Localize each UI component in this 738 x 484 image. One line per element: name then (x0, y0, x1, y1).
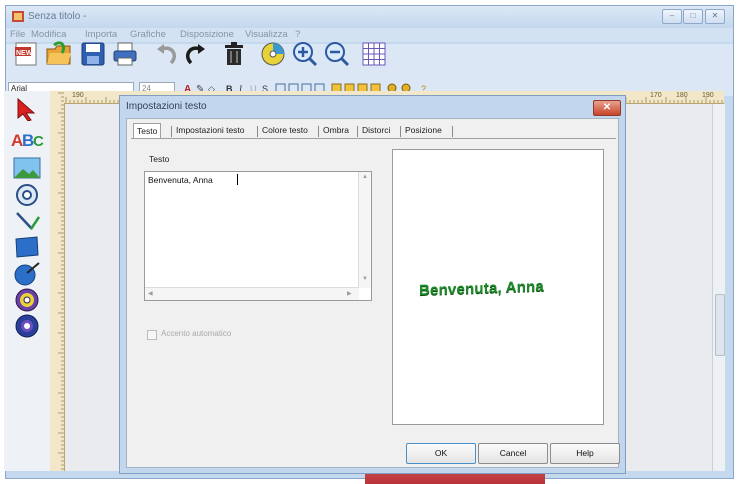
tab-colore-testo[interactable]: Colore testo (259, 123, 311, 138)
tab-separator (318, 126, 319, 137)
cancel-button[interactable]: Cancel (478, 443, 548, 464)
menu-importa[interactable]: Importa (85, 29, 117, 40)
scroll-down-icon[interactable]: ▼ (362, 276, 368, 282)
close-window-button[interactable]: ✕ (705, 9, 725, 24)
menu-disposizione[interactable]: Disposizione (180, 29, 234, 40)
zoom-in-icon[interactable] (292, 41, 318, 67)
dialog-title: Impostazioni testo (126, 101, 207, 112)
pointer-icon[interactable] (14, 97, 40, 121)
svg-text:C: C (33, 133, 44, 150)
tab-separator (171, 126, 172, 137)
text-label: Testo (149, 154, 170, 164)
text-tool-icon[interactable]: ABC (10, 129, 44, 151)
text-settings-dialog: Impostazioni testo ✕ Testo Impostazioni … (119, 95, 626, 474)
window-title: Senza titolo - (28, 11, 87, 22)
tab-divider (131, 138, 616, 139)
zoom-out-icon[interactable] (324, 41, 350, 67)
dialog-body: Testo Impostazioni testo Colore testo Om… (126, 118, 620, 468)
new-icon[interactable]: NEW (14, 41, 40, 67)
auto-accent-checkbox[interactable] (147, 330, 157, 340)
print-icon[interactable] (112, 41, 138, 67)
auto-accent-label: Accento automatico (161, 329, 232, 338)
redo-icon[interactable] (183, 41, 209, 67)
dialog-close-button[interactable]: ✕ (593, 100, 621, 116)
rectangle-tool-icon[interactable] (13, 235, 41, 259)
maximize-button[interactable]: □ (683, 9, 703, 24)
tab-separator (400, 126, 401, 137)
disc-tool-icon[interactable] (15, 183, 39, 207)
help-button[interactable]: Help (550, 443, 620, 464)
text-vertical-scrollbar[interactable]: ▲ ▼ (358, 172, 371, 288)
text-input-value: Benvenuta, Anna (148, 175, 213, 185)
open-icon[interactable] (46, 41, 72, 67)
menu-bar: File Modifica Importa Grafiche Disposizi… (6, 28, 733, 42)
disc-label-icon[interactable] (14, 287, 40, 313)
menu-grafiche[interactable]: Grafiche (130, 29, 166, 40)
dvd-icon[interactable] (14, 313, 40, 339)
vertical-scrollbar[interactable] (712, 104, 725, 471)
text-caret (237, 174, 238, 185)
menu-modifica[interactable]: Modifica (31, 29, 66, 40)
tab-distorci[interactable]: Distorci (359, 123, 393, 138)
menu-help[interactable]: ? (295, 29, 300, 40)
tab-separator (257, 126, 258, 137)
scroll-thumb[interactable] (715, 294, 725, 356)
image-tool-icon[interactable] (13, 157, 41, 179)
menu-visualizza[interactable]: Visualizza (245, 29, 288, 40)
scroll-left-icon[interactable]: ◀ (148, 290, 153, 297)
undo-icon[interactable] (153, 41, 179, 67)
tool-palette: ABC (4, 91, 50, 471)
trash-icon[interactable] (221, 41, 247, 67)
tab-posizione[interactable]: Posizione (402, 123, 445, 138)
tab-ombra[interactable]: Ombra (320, 123, 352, 138)
tab-separator (357, 126, 358, 137)
cd-icon[interactable] (260, 41, 286, 67)
pen-circle-icon[interactable] (13, 261, 41, 287)
app-icon (12, 11, 24, 22)
text-preview: Benvenuta, Anna (392, 149, 604, 425)
tab-separator (452, 126, 453, 137)
menu-file[interactable]: File (10, 29, 25, 40)
line-tool-icon[interactable] (14, 209, 40, 235)
minimize-button[interactable]: – (662, 9, 682, 24)
save-icon[interactable] (80, 41, 106, 67)
grid-icon[interactable] (361, 41, 387, 67)
vertical-ruler (50, 91, 65, 471)
svg-text:NEW: NEW (16, 50, 33, 57)
preview-text: Benvenuta, Anna (419, 277, 544, 300)
scroll-right-icon[interactable]: ▶ (347, 290, 352, 297)
scroll-up-icon[interactable]: ▲ (362, 174, 368, 180)
tab-impostazioni-testo[interactable]: Impostazioni testo (173, 123, 248, 138)
text-input[interactable]: Benvenuta, Anna ▲ ▼ ◀ ▶ (144, 171, 372, 301)
title-bar: Senza titolo - – □ ✕ (6, 6, 733, 28)
tab-testo[interactable]: Testo (133, 123, 162, 139)
ok-button[interactable]: OK (406, 443, 476, 464)
text-horizontal-scrollbar[interactable]: ◀ ▶ (145, 287, 359, 300)
